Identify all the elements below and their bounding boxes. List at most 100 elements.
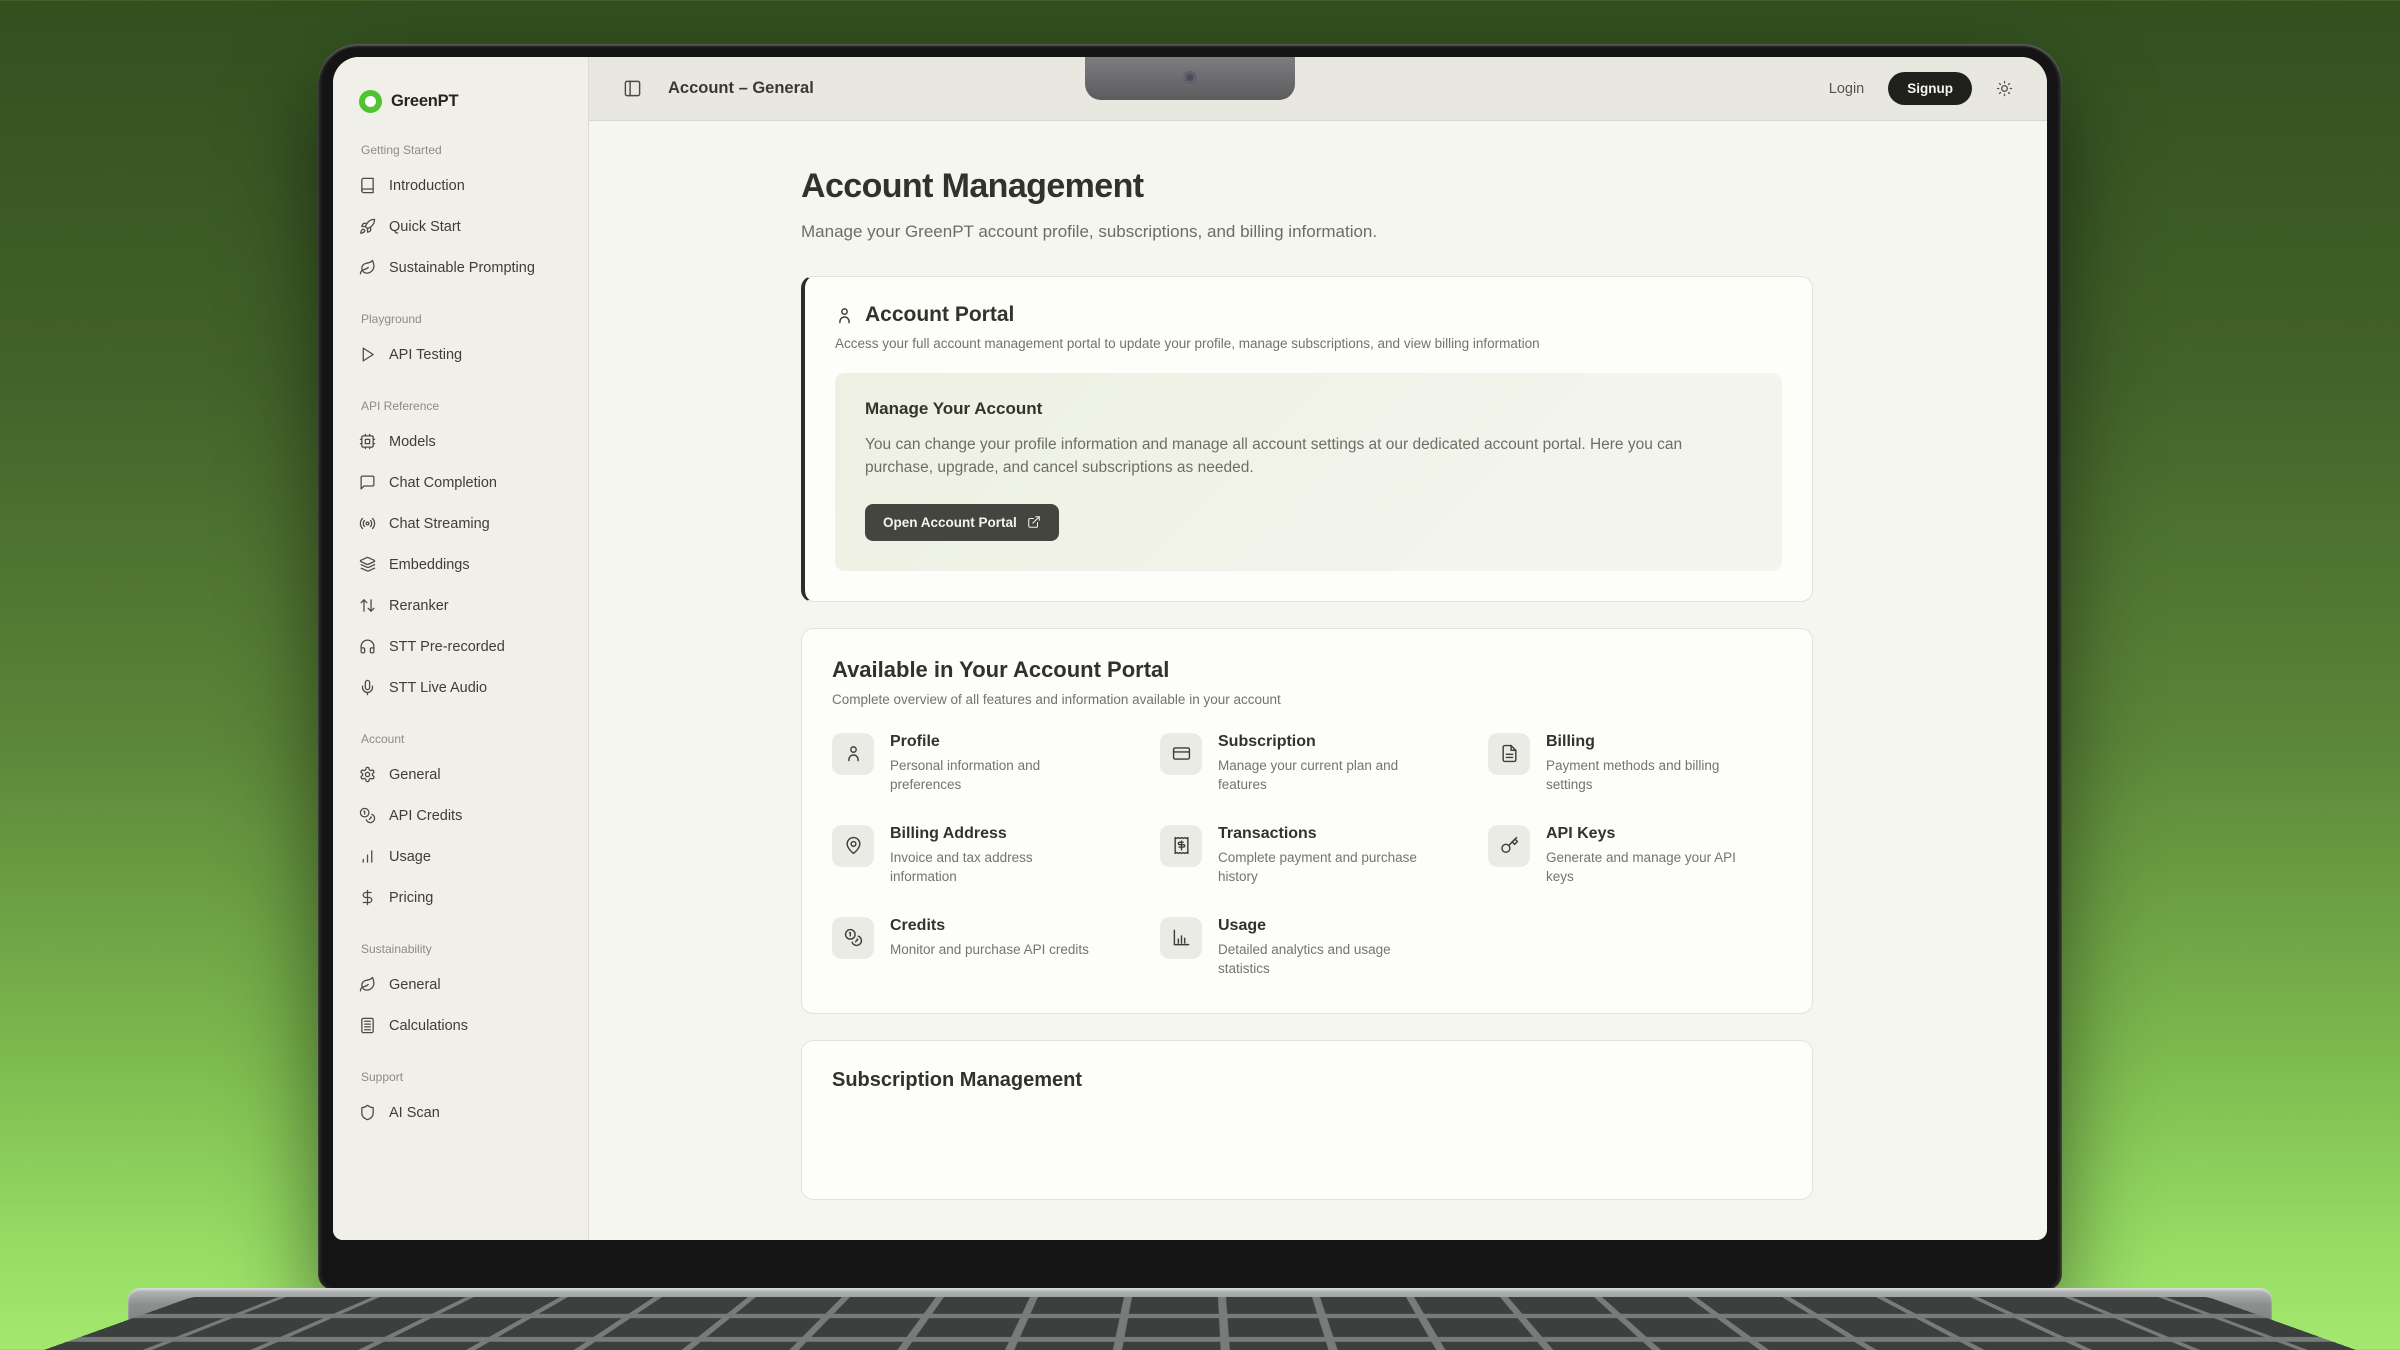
signup-button[interactable]: Signup (1888, 72, 1972, 105)
sidebar-item-label: General (389, 767, 441, 783)
sidebar-item-models[interactable]: Models (359, 421, 570, 462)
brand-logo[interactable]: GreenPT (359, 83, 570, 119)
camera-notch (1085, 57, 1295, 100)
sidebar-item-label: Quick Start (389, 219, 461, 235)
sidebar-item-label: AI Scan (389, 1105, 440, 1121)
sidebar-item-stt-live-audio[interactable]: STT Live Audio (359, 667, 570, 708)
manage-account-body: You can change your profile information … (865, 433, 1725, 480)
sun-icon[interactable] (1996, 80, 2013, 97)
sidebar-item-pricing[interactable]: Pricing (359, 877, 570, 918)
sidebar-toggle-button[interactable] (623, 79, 642, 98)
calculator-icon (359, 1017, 376, 1034)
sidebar-item-stt-pre-recorded[interactable]: STT Pre-recorded (359, 626, 570, 667)
feature-title: Transactions (1218, 825, 1418, 843)
bar-chart-icon (359, 848, 376, 865)
open-account-portal-button[interactable]: Open Account Portal (865, 504, 1059, 541)
sidebar-item-api-credits[interactable]: API Credits (359, 795, 570, 836)
sidebar: GreenPT Getting Started Introduction Qui… (333, 57, 589, 1240)
main-area: Account – General Login Signup Account M… (589, 57, 2047, 1240)
message-square-icon (359, 474, 376, 491)
sidebar-item-embeddings[interactable]: Embeddings (359, 544, 570, 585)
sidebar-item-introduction[interactable]: Introduction (359, 165, 570, 206)
sidebar-item-account-general[interactable]: General (359, 754, 570, 795)
feature-billing-address: Billing Address Invoice and tax address … (832, 825, 1126, 887)
topbar-title: Account – General (668, 79, 814, 98)
feature-title: Credits (890, 917, 1089, 935)
feature-title: Billing Address (890, 825, 1090, 843)
section-label: Sustainability (361, 942, 570, 956)
book-icon (359, 177, 376, 194)
feature-title: API Keys (1546, 825, 1746, 843)
laptop-lid: GreenPT Getting Started Introduction Qui… (318, 44, 2062, 1290)
manage-account-title: Manage Your Account (865, 399, 1752, 419)
open-account-portal-label: Open Account Portal (883, 515, 1017, 530)
features-title: Available in Your Account Portal (832, 657, 1782, 683)
file-text-icon (1488, 733, 1530, 775)
page-subtitle: Manage your GreenPT account profile, sub… (801, 222, 1813, 242)
headphones-icon (359, 638, 376, 655)
subscription-management-title: Subscription Management (832, 1069, 1782, 1092)
feature-subscription: Subscription Manage your current plan an… (1160, 733, 1454, 795)
feature-billing: Billing Payment methods and billing sett… (1488, 733, 1782, 795)
credit-card-icon (1160, 733, 1202, 775)
feature-description: Payment methods and billing settings (1546, 756, 1746, 795)
laptop-base (128, 1288, 2272, 1350)
brand-name: GreenPT (391, 92, 458, 111)
features-subtitle: Complete overview of all features and in… (832, 692, 1782, 707)
webcam-icon (1184, 71, 1197, 84)
external-link-icon (1027, 515, 1041, 529)
feature-credits: Credits Monitor and purchase API credits (832, 917, 1126, 979)
sidebar-item-label: General (389, 977, 441, 993)
shield-icon (359, 1104, 376, 1121)
sidebar-item-label: API Testing (389, 347, 462, 363)
page-title: Account Management (801, 167, 1813, 206)
sidebar-item-chat-completion[interactable]: Chat Completion (359, 462, 570, 503)
arrows-up-down-icon (359, 597, 376, 614)
features-card: Available in Your Account Portal Complet… (801, 628, 1813, 1014)
sidebar-item-label: API Credits (389, 808, 462, 824)
layers-icon (359, 556, 376, 573)
sidebar-item-label: Sustainable Prompting (389, 260, 535, 276)
sidebar-item-chat-streaming[interactable]: Chat Streaming (359, 503, 570, 544)
account-portal-description: Access your full account management port… (835, 336, 1782, 351)
feature-description: Monitor and purchase API credits (890, 940, 1089, 960)
feature-description: Complete payment and purchase history (1218, 848, 1418, 887)
sidebar-item-label: Introduction (389, 178, 465, 194)
sidebar-item-quick-start[interactable]: Quick Start (359, 206, 570, 247)
feature-profile: Profile Personal information and prefere… (832, 733, 1126, 795)
mic-icon (359, 679, 376, 696)
sidebar-item-ai-scan[interactable]: AI Scan (359, 1092, 570, 1133)
feature-title: Profile (890, 733, 1090, 751)
map-pin-icon (832, 825, 874, 867)
receipt-icon (1160, 825, 1202, 867)
feature-description: Detailed analytics and usage statistics (1218, 940, 1418, 979)
account-portal-title: Account Portal (865, 303, 1014, 327)
sidebar-item-reranker[interactable]: Reranker (359, 585, 570, 626)
sidebar-item-api-testing[interactable]: API Testing (359, 334, 570, 375)
section-label: Account (361, 732, 570, 746)
rocket-icon (359, 218, 376, 235)
sidebar-item-label: Chat Streaming (389, 516, 490, 532)
key-icon (1488, 825, 1530, 867)
feature-description: Personal information and preferences (890, 756, 1090, 795)
login-link[interactable]: Login (1829, 81, 1864, 97)
sidebar-item-calculations[interactable]: Calculations (359, 1005, 570, 1046)
feature-description: Invoice and tax address information (890, 848, 1090, 887)
user-icon (832, 733, 874, 775)
sidebar-item-sustainable-prompting[interactable]: Sustainable Prompting (359, 247, 570, 288)
cpu-icon (359, 433, 376, 450)
leaf-icon (359, 976, 376, 993)
sidebar-item-label: STT Live Audio (389, 680, 487, 696)
play-icon (359, 346, 376, 363)
manage-account-panel: Manage Your Account You can change your … (835, 373, 1782, 571)
brand-logo-icon (359, 90, 382, 113)
dollar-icon (359, 889, 376, 906)
section-label: Support (361, 1070, 570, 1084)
sidebar-item-label: STT Pre-recorded (389, 639, 505, 655)
sidebar-item-sustainability-general[interactable]: General (359, 964, 570, 1005)
leaf-icon (359, 259, 376, 276)
topbar: Account – General Login Signup (589, 57, 2047, 121)
sidebar-item-label: Chat Completion (389, 475, 497, 491)
section-label: API Reference (361, 399, 570, 413)
sidebar-item-usage[interactable]: Usage (359, 836, 570, 877)
